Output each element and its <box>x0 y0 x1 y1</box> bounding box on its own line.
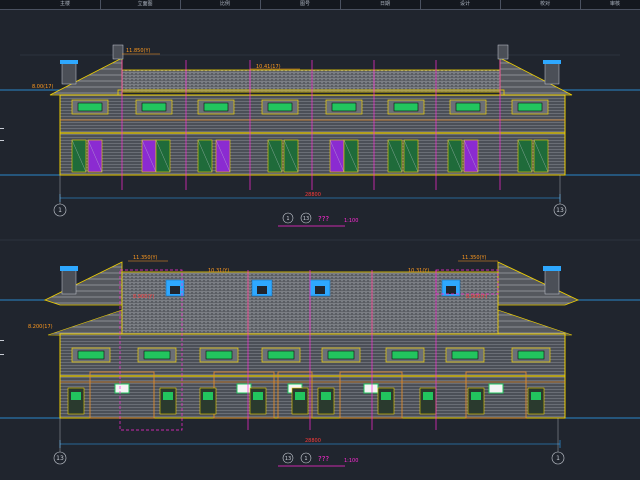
window-glass <box>451 350 479 360</box>
elevation-bottom: 11.350(Y) 11.350(Y) 10.31(Y) 10.31(Y) 8.… <box>0 255 640 467</box>
window-glass <box>517 350 545 360</box>
cad-drawing-canvas[interactable]: 主楼 立面图 比例 图号 日期 设计 校对 审核 11.850(Y) 10.41… <box>0 0 640 480</box>
dim-ridge-right-bottom: 11.350(Y) <box>462 255 487 261</box>
title-symbol-text: 1 <box>286 216 289 222</box>
lower-glass <box>295 392 305 400</box>
title-symbol-text: 13 <box>285 456 291 462</box>
roof-right-wing <box>499 57 573 96</box>
chimney-right <box>544 61 560 85</box>
window-glass <box>203 102 229 112</box>
lower-glass <box>423 392 433 400</box>
axis-label-right-top: 13 <box>556 207 564 214</box>
dim-ridge-left-bottom: 11.350(Y) <box>133 255 158 261</box>
chimney-cap-right <box>543 60 561 64</box>
window-glass <box>141 102 167 112</box>
title-text-bottom: ??? <box>318 455 329 463</box>
window-glass <box>455 102 481 112</box>
lower-opening <box>467 387 485 415</box>
lower-glass <box>471 392 481 400</box>
lower-glass <box>203 392 213 400</box>
window-glass <box>391 350 419 360</box>
porch-window <box>488 383 504 394</box>
roof-left-wing-bottom <box>43 261 123 306</box>
elevation-drawings: 11.850(Y) 10.41(17) 8.00(17) 28800 1 13 … <box>0 44 640 467</box>
porch-window <box>114 383 130 394</box>
window-glass <box>77 350 105 360</box>
dim-overall-width-top: 28800 <box>305 192 321 198</box>
lower-glass <box>163 392 173 400</box>
dim-eave-left-bottom: 8.200(17) <box>28 324 53 330</box>
window-glass <box>77 102 103 112</box>
lower-opening <box>249 387 267 415</box>
dim-ridge-mid-right: 10.31(Y) <box>408 268 429 274</box>
dim-overall-width-bottom: 28800 <box>305 438 321 444</box>
chimney-left <box>61 61 77 85</box>
title-scale-top: 1:100 <box>344 218 358 224</box>
lower-glass <box>71 392 81 400</box>
dim-dormer-left: 8.900(Y) <box>133 294 154 300</box>
lower-glass <box>253 392 263 400</box>
lower-opening <box>159 387 177 415</box>
lower-glass <box>381 392 391 400</box>
lower-opening <box>199 387 217 415</box>
lower-opening <box>291 387 309 415</box>
window-glass <box>205 350 233 360</box>
elevation-top: 11.850(Y) 10.41(17) 8.00(17) 28800 1 13 … <box>0 44 640 227</box>
porch-window <box>236 383 252 394</box>
window-glass <box>393 102 419 112</box>
lower-opening <box>527 387 545 415</box>
chimney-ridge-left <box>112 44 124 60</box>
window-glass <box>267 350 295 360</box>
title-symbol-text: 13 <box>303 216 309 222</box>
porch-window <box>363 383 379 394</box>
lower-glass <box>531 392 541 400</box>
axis-label-left-bottom: 13 <box>56 455 64 462</box>
window-glass <box>331 102 357 112</box>
axis-label-left-top: 1 <box>58 207 62 214</box>
dim-ridge-left: 11.850(Y) <box>126 48 151 54</box>
title-text-top: ??? <box>318 215 329 223</box>
dim-eave-left: 8.00(17) <box>32 84 53 90</box>
chimney-ridge-right <box>497 44 509 60</box>
axis-label-right-bottom: 1 <box>556 455 560 462</box>
lower-opening <box>419 387 437 415</box>
lower-opening <box>377 387 395 415</box>
window-glass <box>517 102 543 112</box>
title-symbol-text: 1 <box>304 456 307 462</box>
window-glass <box>143 350 171 360</box>
lower-opening <box>67 387 85 415</box>
lower-opening <box>317 387 335 415</box>
dim-ridge-mid-left: 10.31(Y) <box>208 268 229 274</box>
dim-dormer-right: 8.900(Y) <box>466 294 487 300</box>
roof-right-wing-bottom <box>497 261 580 306</box>
lower-glass <box>321 392 331 400</box>
window-glass <box>327 350 355 360</box>
roof-main <box>121 69 501 93</box>
window-glass <box>267 102 293 112</box>
chimney-cap-left <box>60 60 78 64</box>
title-scale-bottom: 1:100 <box>344 458 358 464</box>
